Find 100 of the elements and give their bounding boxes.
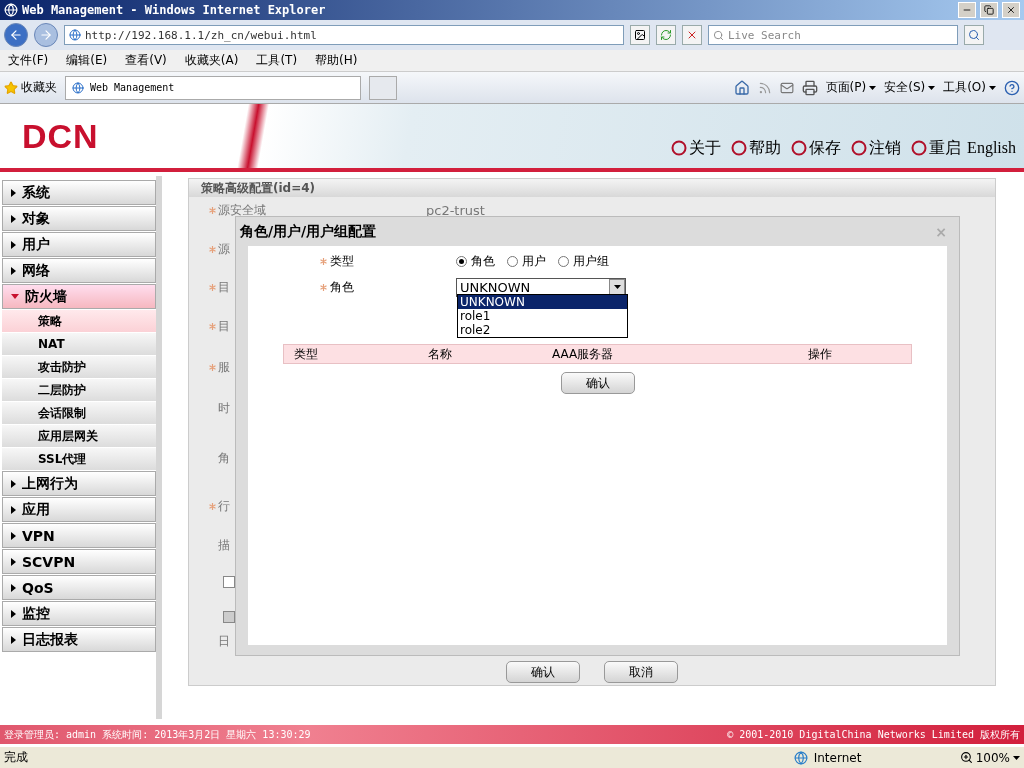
- search-placeholder: Live Search: [728, 28, 801, 42]
- field-label: 时: [218, 399, 230, 417]
- form-button[interactable]: 确认: [506, 661, 580, 683]
- refresh-icon: [660, 29, 672, 41]
- command-button[interactable]: 安全(S): [884, 79, 936, 96]
- dropdown-option[interactable]: UNKNOWN: [458, 295, 627, 309]
- dropdown-arrow-button[interactable]: [609, 279, 625, 295]
- new-tab-button[interactable]: [369, 75, 397, 100]
- column-header: 类型: [294, 345, 319, 363]
- radio-option[interactable]: 角色: [456, 252, 495, 270]
- sidebar-item[interactable]: VPN: [2, 523, 156, 548]
- sidebar-item[interactable]: 用户: [2, 232, 156, 257]
- menu-item[interactable]: 查看(V): [125, 52, 167, 69]
- required-icon: [320, 283, 327, 291]
- field-label: 角: [218, 449, 230, 467]
- back-button[interactable]: [4, 23, 28, 47]
- print-icon: [801, 79, 818, 96]
- sidebar-item[interactable]: 系统: [2, 180, 156, 205]
- stop-button[interactable]: [682, 25, 702, 45]
- help-icon: [1004, 79, 1020, 96]
- radio-button[interactable]: [558, 255, 569, 267]
- restore-icon: [984, 5, 994, 15]
- command-button[interactable]: 工具(O): [943, 79, 996, 96]
- caret-icon: [613, 285, 621, 289]
- field-label: 目: [218, 279, 230, 296]
- sidebar-item[interactable]: 应用: [2, 497, 156, 522]
- circle-icon: [671, 140, 688, 156]
- field-value: pc2-trust: [426, 203, 485, 218]
- home-icon: [733, 79, 750, 96]
- column-header: 名称: [428, 345, 453, 363]
- back-arrow-icon: [9, 28, 23, 42]
- confirm-button[interactable]: 确认: [560, 372, 635, 394]
- zoom-control[interactable]: 100%: [959, 750, 1020, 765]
- radio-option[interactable]: 用户: [507, 252, 546, 270]
- sidebar-subitem[interactable]: 策略: [2, 310, 156, 332]
- search-field[interactable]: Live Search: [708, 25, 958, 45]
- circle-icon: [731, 140, 748, 156]
- caret-icon: [989, 85, 996, 90]
- panel-title: 策略高级配置(id=4): [189, 179, 995, 197]
- sidebar-subitem[interactable]: NAT: [2, 333, 156, 355]
- status-text: 完成: [4, 749, 29, 766]
- menu-item[interactable]: 工具(T): [256, 52, 298, 69]
- address-text: http://192.168.1.1/zh_cn/webui.html: [85, 28, 317, 42]
- checkbox[interactable]: [223, 576, 235, 588]
- sidebar-subitem[interactable]: SSL代理: [2, 448, 156, 470]
- close-icon: [1006, 5, 1016, 15]
- sidebar-item[interactable]: 监控: [2, 601, 156, 626]
- menu-item[interactable]: 文件(F): [8, 52, 49, 69]
- circle-icon: [851, 140, 868, 156]
- language-link[interactable]: English: [967, 139, 1016, 157]
- copyright: © 2001-2010 DigitalChina Networks Limited 版权所有: [727, 727, 1020, 742]
- radio-button[interactable]: [507, 255, 518, 267]
- forward-arrow-icon: [39, 28, 53, 42]
- sidebar-item[interactable]: 对象: [2, 206, 156, 231]
- menu-item[interactable]: 帮助(H): [315, 52, 358, 69]
- restore-button[interactable]: [980, 2, 998, 18]
- field-label: 目: [218, 318, 230, 335]
- refresh-button[interactable]: [656, 25, 676, 45]
- field-label: 行: [218, 498, 230, 515]
- sidebar-subitem[interactable]: 攻击防护: [2, 356, 156, 378]
- star-icon: [4, 80, 18, 95]
- forward-button[interactable]: [34, 23, 58, 47]
- browser-tab[interactable]: Web Management: [65, 75, 361, 100]
- sidebar-subitem[interactable]: 应用层网关: [2, 425, 156, 447]
- sidebar-item[interactable]: 防火墙: [2, 284, 156, 309]
- command-button[interactable]: 页面(P): [825, 79, 877, 96]
- header-link[interactable]: 保存: [791, 137, 842, 159]
- compatibility-button[interactable]: [630, 25, 650, 45]
- favorites-button[interactable]: 收藏夹: [4, 79, 57, 96]
- sidebar-item[interactable]: 网络: [2, 258, 156, 283]
- header-link[interactable]: 重启: [911, 137, 962, 159]
- radio-option[interactable]: 用户组: [558, 252, 609, 270]
- close-icon: [686, 29, 698, 41]
- field-label: 源: [218, 240, 230, 258]
- field-label: 类型: [330, 252, 354, 270]
- sidebar-subitem[interactable]: 会话限制: [2, 402, 156, 424]
- zone-text: Internet: [813, 750, 863, 765]
- logo: DCN: [22, 116, 99, 156]
- radio-button[interactable]: [456, 255, 467, 267]
- sidebar-item[interactable]: QoS: [2, 575, 156, 600]
- form-button[interactable]: 取消: [604, 661, 678, 683]
- sidebar-subitem[interactable]: 二层防护: [2, 379, 156, 401]
- menu-item[interactable]: 收藏夹(A): [184, 52, 239, 69]
- sidebar-item[interactable]: 上网行为: [2, 471, 156, 496]
- circle-icon: [911, 140, 928, 156]
- feed-icon: [757, 80, 772, 95]
- minimize-button[interactable]: [958, 2, 976, 18]
- close-button[interactable]: [1002, 2, 1020, 18]
- caret-icon: [1013, 755, 1020, 760]
- field-label: 日: [218, 632, 230, 650]
- header-link[interactable]: 注销: [851, 137, 902, 159]
- menu-item[interactable]: 编辑(E): [66, 52, 108, 69]
- search-button[interactable]: [964, 25, 984, 45]
- field-label: 源安全域: [218, 202, 266, 219]
- caret-icon: [928, 85, 936, 90]
- sidebar-item[interactable]: SCVPN: [2, 549, 156, 574]
- sidebar-item[interactable]: 日志报表: [2, 627, 156, 652]
- header-link[interactable]: 帮助: [731, 137, 782, 159]
- address-field[interactable]: http://192.168.1.1/zh_cn/webui.html: [64, 25, 624, 45]
- header-link[interactable]: 关于: [671, 137, 722, 159]
